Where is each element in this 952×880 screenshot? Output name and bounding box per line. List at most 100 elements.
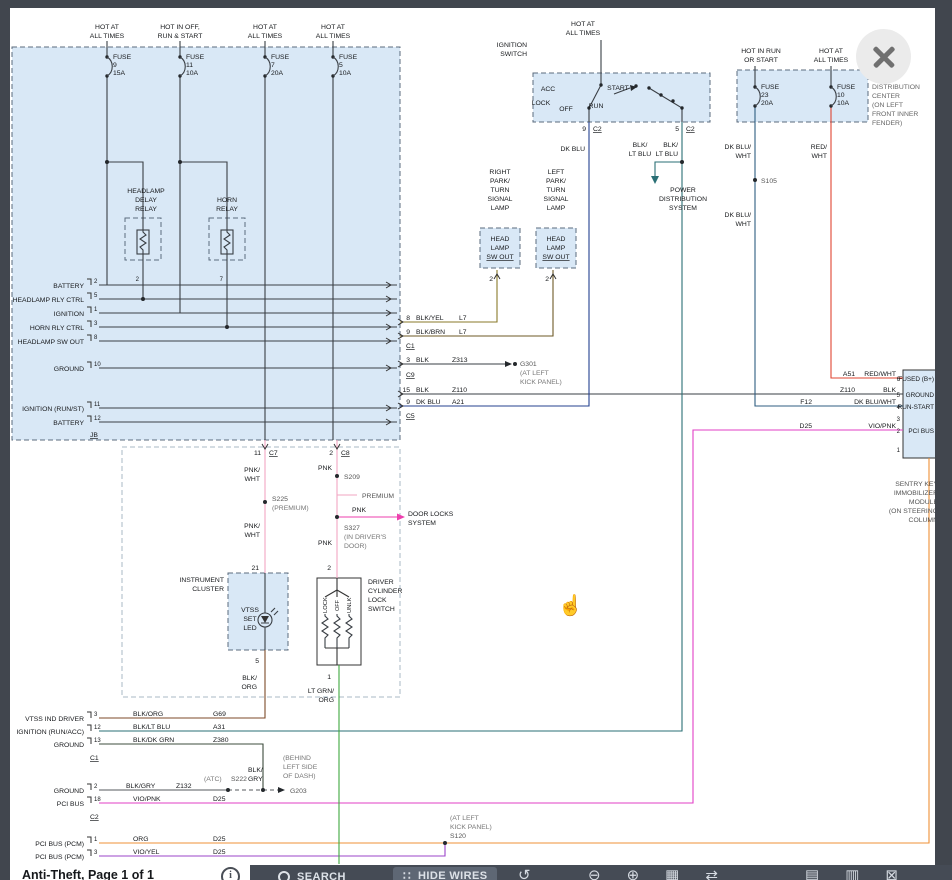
label-distribution: DISTRIBUTION bbox=[659, 196, 707, 203]
label-l7: L7 bbox=[459, 329, 467, 336]
label-park: PARK/ bbox=[546, 178, 566, 185]
page-strip: Anti-Theft, Page 1 of 1 i bbox=[10, 865, 250, 880]
label-hot-at: HOT AT bbox=[253, 24, 277, 31]
label-pnk: PNK/ bbox=[244, 523, 260, 530]
label-red-wht: RED/WHT bbox=[864, 371, 896, 378]
compare-arrows-icon[interactable]: ⇄ bbox=[705, 868, 718, 880]
ignition-switch-box bbox=[533, 73, 710, 122]
label-ground: GROUND bbox=[54, 366, 84, 373]
label-blk-org: BLK/ORG bbox=[133, 711, 163, 718]
label-lock: LOCK bbox=[532, 100, 551, 107]
label-sw-out: SW OUT bbox=[542, 254, 569, 261]
label-blk: BLK/ bbox=[248, 767, 263, 774]
label-fused-b: FUSED (B+) bbox=[898, 376, 934, 383]
footer-right-icons: ▤ ▥ ⊠ bbox=[805, 868, 898, 880]
junction-dot bbox=[680, 106, 683, 109]
label-lock: LOCK bbox=[368, 597, 387, 604]
label-vtss-ind-driver: VTSS IND DRIVER bbox=[25, 716, 84, 723]
label-all-times: ALL TIMES bbox=[316, 33, 351, 40]
label-10a: 10A bbox=[339, 70, 352, 77]
label-acc: ACC bbox=[541, 86, 555, 93]
label-ground: GROUND bbox=[54, 742, 84, 749]
label-pnk: PNK/ bbox=[244, 467, 260, 474]
close-panel-icon[interactable]: ⊠ bbox=[885, 868, 898, 880]
label-s225: S225 bbox=[272, 496, 288, 503]
label-d25: D25 bbox=[800, 423, 813, 430]
label-set: SET bbox=[243, 616, 256, 623]
pin-bracket bbox=[87, 797, 91, 803]
zoom-in-icon[interactable]: ⊕ bbox=[627, 868, 640, 880]
zoom-out-icon[interactable]: ⊖ bbox=[588, 868, 601, 880]
label-12: 12 bbox=[94, 416, 101, 422]
label-driver: DRIVER bbox=[368, 579, 394, 586]
image-icon[interactable]: ▤ bbox=[805, 868, 819, 880]
label-park: PARK/ bbox=[490, 178, 510, 185]
info-icon[interactable]: i bbox=[221, 867, 240, 880]
label-9: 9 bbox=[406, 329, 410, 336]
label-blk-dk-grn: BLK/DK GRN bbox=[133, 737, 174, 744]
pin-bracket bbox=[87, 850, 91, 856]
search-button[interactable]: SEARCH bbox=[268, 867, 356, 880]
label-11: 11 bbox=[94, 402, 101, 408]
label-delay: DELAY bbox=[135, 197, 157, 204]
grid-icon[interactable]: ▦ bbox=[665, 868, 679, 880]
label-9: 9 bbox=[113, 62, 117, 69]
label-pci-bus-pcm: PCI BUS (PCM) bbox=[35, 854, 84, 861]
label-off: OFF bbox=[559, 106, 573, 113]
hide-wires-icon: ∷ bbox=[403, 870, 411, 880]
close-button[interactable] bbox=[856, 29, 911, 84]
junction-dot bbox=[647, 86, 650, 89]
label-11: 11 bbox=[254, 450, 261, 457]
label-z110: Z110 bbox=[452, 387, 467, 394]
label-s222: S222 bbox=[231, 776, 247, 783]
hide-wires-button[interactable]: ∷ HIDE WIRES bbox=[393, 867, 497, 880]
label-lamp: LAMP bbox=[491, 205, 510, 212]
label-pnk: PNK bbox=[318, 540, 332, 547]
label-pnk: PNK bbox=[318, 465, 332, 472]
label-23: 23 bbox=[761, 92, 769, 99]
label-power: POWER bbox=[670, 187, 696, 194]
label-wht: WHT bbox=[812, 153, 827, 160]
label-dk-blu: DK BLU/ bbox=[725, 212, 752, 219]
label-left: LEFT bbox=[548, 169, 565, 176]
label-3: 3 bbox=[94, 850, 98, 856]
label-headlamp-rly-ctrl: HEADLAMP RLY CTRL bbox=[13, 297, 85, 304]
label-start: START bbox=[607, 85, 629, 92]
label-1: 1 bbox=[94, 837, 98, 843]
pin-bracket bbox=[87, 837, 91, 843]
label-premium: PREMIUM bbox=[362, 493, 394, 500]
junction-dot bbox=[178, 160, 182, 164]
label-system: SYSTEM bbox=[408, 520, 436, 527]
print-icon[interactable]: ▥ bbox=[845, 868, 859, 880]
g203-arrow bbox=[278, 787, 285, 793]
label-fuse: FUSE bbox=[339, 54, 358, 61]
label-blk: BLK bbox=[416, 357, 429, 364]
label-off: OFF bbox=[335, 599, 341, 611]
label-premium: (PREMIUM) bbox=[272, 505, 309, 512]
label-z380: Z380 bbox=[213, 737, 229, 744]
label-all-times: ALL TIMES bbox=[814, 57, 849, 64]
label-a31: A31 bbox=[213, 724, 225, 731]
label-ground: GROUND bbox=[906, 392, 935, 399]
label-fuse: FUSE bbox=[837, 84, 856, 91]
pin-bracket bbox=[87, 725, 91, 731]
label-5: 5 bbox=[339, 62, 343, 69]
junction-dot bbox=[680, 160, 684, 164]
label-head: HEAD bbox=[491, 236, 510, 243]
wire-org-d25 bbox=[99, 458, 929, 843]
label-red: RED/ bbox=[811, 144, 827, 151]
wire-blk-yel-l7 bbox=[400, 270, 497, 322]
label-lock: LOCK bbox=[323, 597, 329, 613]
hide-wires-label: HIDE WIRES bbox=[418, 870, 487, 880]
label-pnk: PNK bbox=[352, 507, 366, 514]
label-d25: D25 bbox=[213, 796, 226, 803]
label-c2: C2 bbox=[90, 814, 99, 821]
label-column: COLUMN bbox=[909, 517, 939, 524]
label-3: 3 bbox=[897, 417, 901, 423]
label-2: 2 bbox=[545, 276, 549, 283]
door-locks-arrow bbox=[397, 514, 405, 521]
label-10a: 10A bbox=[837, 100, 850, 107]
junction-dot bbox=[513, 362, 517, 366]
undo-icon[interactable]: ↺ bbox=[518, 868, 531, 880]
label-all-times: ALL TIMES bbox=[566, 30, 601, 37]
